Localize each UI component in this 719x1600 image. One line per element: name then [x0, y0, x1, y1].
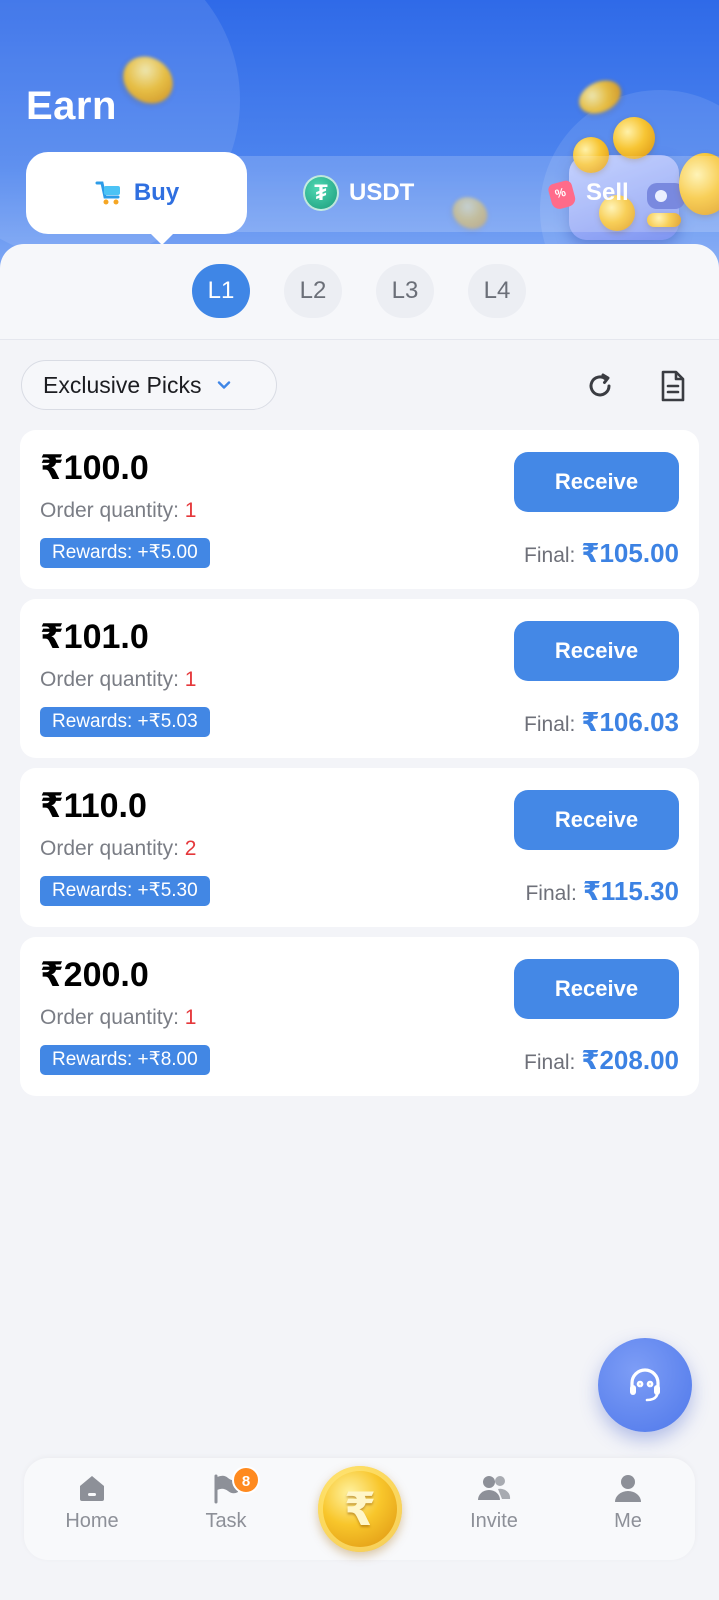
nav-invite-label: Invite: [470, 1510, 518, 1532]
nav-task-label: Task: [205, 1510, 247, 1532]
order-list: ₹100.0 Order quantity: 1 Rewards: +₹5.00…: [20, 430, 699, 1106]
order-price: ₹110.0: [40, 787, 147, 825]
order-quantity-label: Order quantity:: [40, 837, 185, 860]
bottom-nav: Home 8 Task ₹ Invite Me: [24, 1458, 695, 1560]
tab-sell-label: Sell: [586, 179, 629, 206]
rewards-label: Rewards:: [52, 880, 138, 901]
nav-task[interactable]: 8 Task: [176, 1466, 276, 1533]
top-tabs: Buy ₮ USDT Sell: [0, 152, 719, 245]
rewards-value: +₹5.03: [137, 711, 198, 732]
order-quantity-value: 2: [184, 837, 197, 860]
tab-buy-label: Buy: [133, 179, 180, 206]
level-l3[interactable]: L3: [376, 264, 434, 318]
filter-selected-label: Exclusive Picks: [43, 371, 202, 398]
level-l2[interactable]: L2: [284, 264, 342, 318]
final-amount: Final: ₹106.03: [524, 707, 679, 738]
nav-earn-coin[interactable]: ₹: [318, 1466, 402, 1552]
order-card: ₹200.0 Order quantity: 1 Rewards: +₹8.00…: [20, 937, 699, 1096]
rewards-label: Rewards:: [52, 542, 138, 563]
nav-invite[interactable]: Invite: [444, 1472, 544, 1533]
order-quantity-value: 1: [184, 499, 197, 522]
nav-me[interactable]: Me: [578, 1472, 678, 1533]
rewards-label: Rewards:: [52, 711, 138, 732]
rewards-badge: Rewards: +₹5.30: [40, 876, 210, 906]
level-selector: L1 L2 L3 L4: [192, 264, 526, 318]
rupee-coin-icon: ₹: [343, 1483, 376, 1535]
final-value: ₹105.00: [581, 538, 679, 568]
tab-buy[interactable]: Buy: [26, 152, 247, 245]
final-label: Final:: [525, 882, 577, 905]
nav-home[interactable]: Home: [42, 1472, 142, 1533]
tab-usdt[interactable]: ₮ USDT: [303, 152, 414, 234]
order-card: ₹100.0 Order quantity: 1 Rewards: +₹5.00…: [20, 430, 699, 589]
rewards-label: Rewards:: [52, 1049, 138, 1070]
receive-button[interactable]: Receive: [514, 959, 679, 1019]
level-l1[interactable]: L1: [192, 264, 250, 318]
user-icon: [615, 1475, 641, 1502]
refresh-button[interactable]: [578, 364, 622, 408]
sale-tag-icon: [548, 176, 576, 210]
order-price: ₹200.0: [40, 956, 149, 994]
order-quantity: Order quantity: 1: [40, 499, 196, 523]
order-quantity-value: 1: [184, 668, 197, 691]
rewards-badge: Rewards: +₹5.00: [40, 538, 210, 568]
receive-button[interactable]: Receive: [514, 621, 679, 681]
headset-icon: [630, 1368, 660, 1402]
order-quantity: Order quantity: 2: [40, 837, 196, 861]
rewards-value: +₹5.00: [137, 542, 198, 563]
order-quantity-label: Order quantity:: [40, 499, 185, 522]
rewards-badge: Rewards: +₹5.03: [40, 707, 210, 737]
tab-usdt-label: USDT: [349, 179, 415, 206]
usdt-icon: ₮: [303, 175, 339, 211]
order-price: ₹101.0: [40, 618, 149, 656]
final-value: ₹106.03: [581, 707, 679, 737]
final-amount: Final: ₹115.30: [525, 876, 679, 907]
final-amount: Final: ₹105.00: [524, 538, 679, 569]
customer-support-button[interactable]: [598, 1338, 692, 1432]
final-label: Final:: [524, 1051, 576, 1074]
document-icon: [661, 370, 685, 402]
order-quantity-label: Order quantity:: [40, 1006, 185, 1029]
final-amount: Final: ₹208.00: [524, 1045, 679, 1076]
nav-home-label: Home: [65, 1510, 119, 1532]
chevron-down-icon: [218, 381, 231, 389]
order-quantity: Order quantity: 1: [40, 668, 196, 692]
users-icon: [478, 1476, 511, 1500]
level-panel: L1 L2 L3 L4: [0, 244, 719, 340]
final-label: Final:: [524, 544, 576, 567]
home-icon: [80, 1476, 104, 1501]
task-badge: 8: [232, 1466, 260, 1494]
order-card: ₹110.0 Order quantity: 2 Rewards: +₹5.30…: [20, 768, 699, 927]
final-value: ₹115.30: [582, 876, 679, 906]
rewards-value: +₹5.30: [137, 880, 198, 901]
refresh-icon: [589, 373, 611, 397]
records-button[interactable]: [651, 364, 695, 408]
final-value: ₹208.00: [581, 1045, 679, 1075]
order-card: ₹101.0 Order quantity: 1 Rewards: +₹5.03…: [20, 599, 699, 758]
page-title: Earn: [26, 84, 117, 128]
cart-icon: [95, 181, 120, 205]
receive-button[interactable]: Receive: [514, 790, 679, 850]
order-quantity: Order quantity: 1: [40, 1006, 196, 1030]
filter-dropdown[interactable]: Exclusive Picks: [21, 360, 277, 410]
receive-button[interactable]: Receive: [514, 452, 679, 512]
rewards-badge: Rewards: +₹8.00: [40, 1045, 210, 1075]
final-label: Final:: [524, 713, 576, 736]
level-l4[interactable]: L4: [468, 264, 526, 318]
order-quantity-label: Order quantity:: [40, 668, 185, 691]
order-quantity-value: 1: [184, 1006, 197, 1029]
rewards-value: +₹8.00: [137, 1049, 198, 1070]
tab-sell[interactable]: Sell: [548, 152, 629, 234]
order-price: ₹100.0: [40, 449, 149, 487]
nav-me-label: Me: [614, 1510, 642, 1532]
